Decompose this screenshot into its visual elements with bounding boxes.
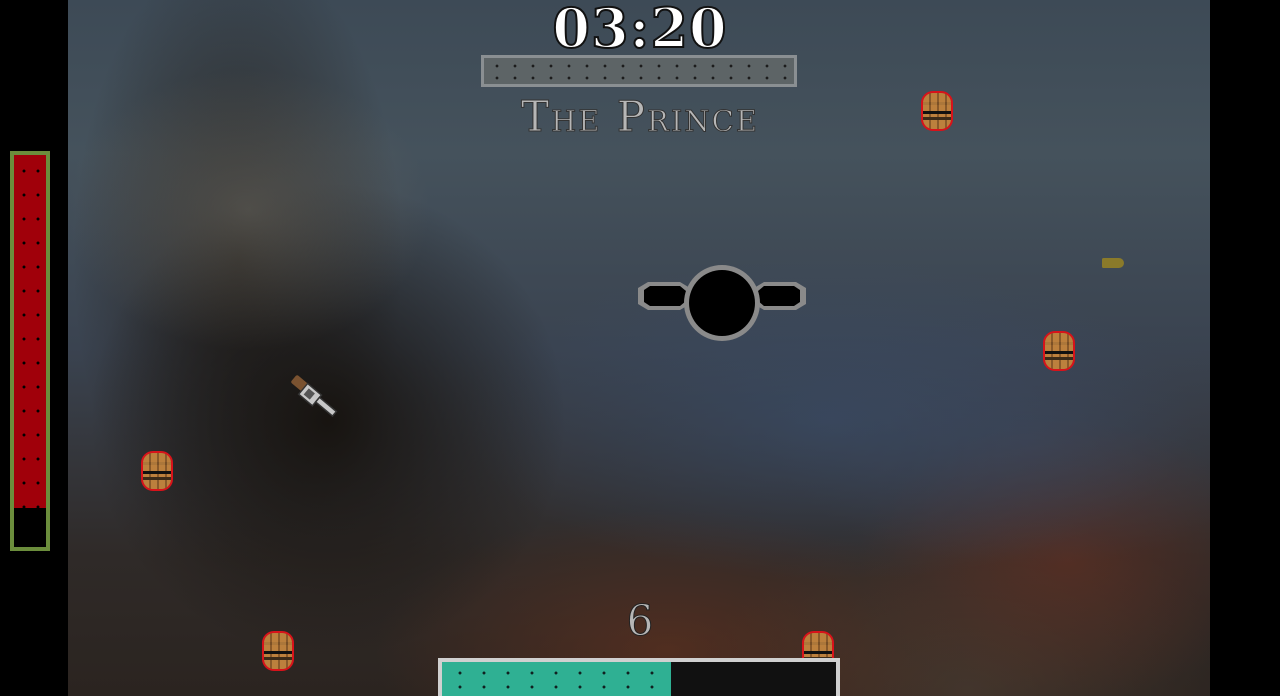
bullet-projectile <box>1102 258 1124 268</box>
ammo-bar <box>438 658 840 696</box>
player-health-bar <box>10 151 50 551</box>
boss-orb-sprite <box>638 265 806 341</box>
health-bar-fill <box>14 155 46 508</box>
ammo-count-label: 6 <box>626 596 654 646</box>
barrel-obstacle <box>262 631 294 671</box>
ammo-bar-fill <box>442 662 671 696</box>
player-revolver-sprite <box>291 375 338 418</box>
barrel-obstacle <box>141 451 173 491</box>
boss-name-label: The Prince <box>520 92 760 142</box>
barrel-obstacle <box>1043 331 1075 371</box>
round-timer: 03:20 <box>551 0 728 61</box>
boss-health-plate <box>481 55 797 87</box>
